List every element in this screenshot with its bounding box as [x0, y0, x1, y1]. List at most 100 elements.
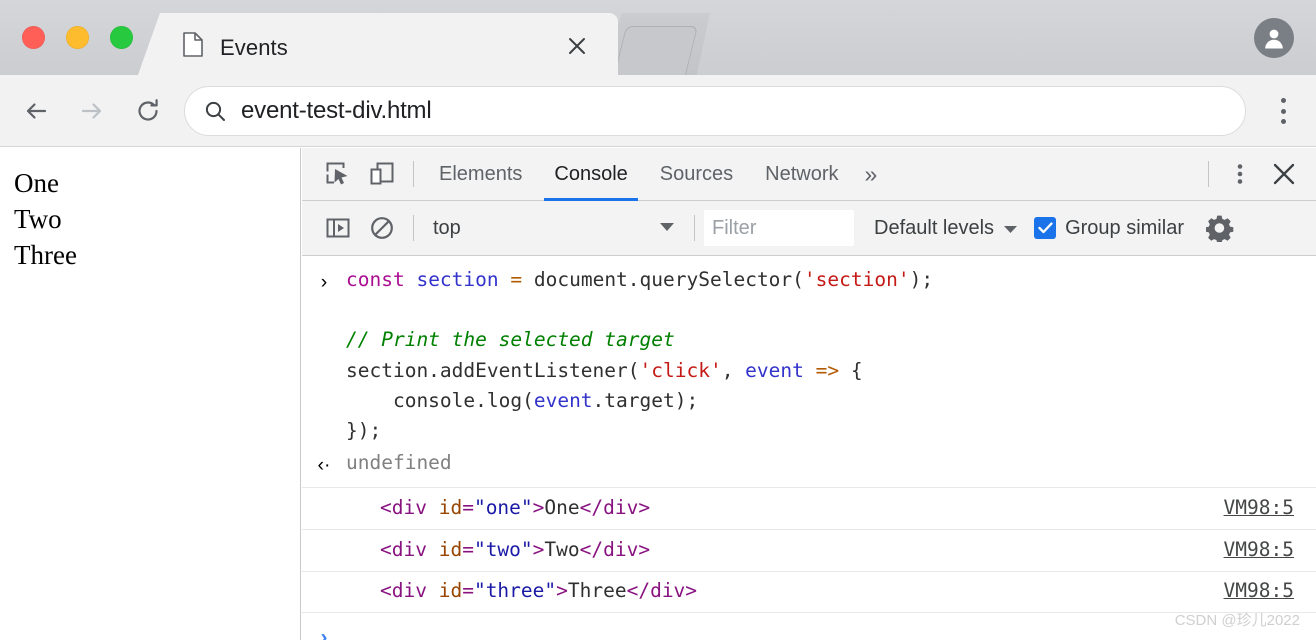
device-toolbar-icon[interactable]	[360, 152, 404, 196]
code-line: console.log(event.target);	[346, 386, 1300, 416]
console-prompt-row[interactable]: ›	[302, 613, 1316, 640]
code-token: =>	[815, 358, 840, 382]
code-token: 'section'	[803, 268, 910, 291]
markup-token: Two	[544, 537, 580, 561]
group-similar-checkbox[interactable]	[1034, 217, 1057, 239]
code-token: event	[533, 388, 593, 412]
console-prompt-arrow: ›	[320, 625, 328, 640]
markup-token: Three	[567, 579, 627, 603]
reload-icon[interactable]	[130, 93, 166, 129]
logged-element-markup[interactable]: <div id="one">One</div>	[380, 493, 1224, 523]
search-icon	[203, 99, 227, 123]
console-log-rows: <div id="one">One</div> VM98:5 <div id="tw…	[302, 486, 1316, 613]
code-token: const	[346, 268, 405, 291]
code-token: ,	[721, 358, 746, 382]
profile-avatar-icon[interactable]	[1254, 18, 1294, 58]
execution-context-selector[interactable]: top	[423, 210, 685, 246]
markup-token: "one"	[473, 495, 533, 519]
markup-token: =	[462, 537, 474, 561]
console-toolbar-divider-2	[694, 215, 695, 241]
browser-window: Events event-test-div.html One Two Three…	[0, 0, 1316, 640]
code-token: event	[745, 358, 804, 382]
close-tab-button[interactable]	[564, 33, 590, 59]
code-token: console.log(	[346, 388, 534, 412]
code-token: 'click'	[639, 358, 722, 382]
console-result-entry: ‹· undefined	[302, 448, 1316, 486]
console-log-row[interactable]: <div id="two">Two</div> VM98:5	[302, 528, 1316, 571]
console-output[interactable]: › const section = document.querySelector…	[302, 256, 1316, 640]
console-result-value: undefined	[346, 451, 452, 475]
devtools-menu-icon[interactable]	[1218, 152, 1262, 196]
chevron-down-icon-levels	[1003, 217, 1018, 240]
devtools-toolbar-right	[1199, 152, 1316, 196]
clear-console-icon[interactable]	[360, 206, 404, 250]
group-similar-label[interactable]: Group similar	[1065, 217, 1184, 240]
code-token: // Print the selected target	[346, 328, 675, 352]
markup-token: id	[426, 579, 463, 603]
address-bar-value: event-test-div.html	[241, 97, 432, 124]
markup-token: "three"	[473, 579, 557, 603]
console-filter-input[interactable]	[704, 210, 854, 246]
tab-console[interactable]: Console	[538, 148, 643, 201]
tab-network[interactable]: Network	[749, 148, 854, 201]
page-line-three[interactable]: Three	[14, 238, 300, 274]
source-location-link[interactable]: VM98:5	[1224, 493, 1316, 523]
code-token: });	[346, 419, 382, 443]
console-log-row[interactable]: <div id="one">One</div> VM98:5	[302, 486, 1316, 529]
markup-token: >	[556, 579, 568, 603]
logged-element-markup[interactable]: <div id="two">Two</div>	[380, 535, 1224, 565]
console-log-row[interactable]: <div id="three">Three</div> VM98:5	[302, 570, 1316, 613]
console-toolbar-divider	[413, 215, 414, 241]
tab-elements-label: Elements	[439, 162, 523, 185]
forward-arrow-icon[interactable]	[74, 93, 110, 129]
page-line-two[interactable]: Two	[14, 202, 300, 238]
three-dot-menu-icon[interactable]	[1268, 95, 1298, 127]
logged-element-markup[interactable]: <div id="three">Three</div>	[380, 576, 1224, 606]
inspect-element-icon[interactable]	[316, 152, 360, 196]
source-location-link[interactable]: VM98:5	[1224, 535, 1316, 565]
address-bar[interactable]: event-test-div.html	[184, 86, 1246, 136]
window-traffic-lights	[22, 26, 133, 49]
page-line-one[interactable]: One	[14, 166, 300, 202]
markup-token: </div>	[579, 495, 651, 519]
tab-sources[interactable]: Sources	[644, 148, 749, 201]
tab-network-label: Network	[765, 162, 839, 185]
zoom-window-button[interactable]	[110, 26, 133, 49]
close-devtools-icon[interactable]	[1262, 152, 1306, 196]
markup-token: id	[426, 495, 463, 519]
browser-tab-events[interactable]: Events	[138, 13, 618, 75]
console-input-code[interactable]: const section = document.querySelector('…	[346, 265, 1316, 446]
tab-strip: Events	[0, 0, 1316, 75]
watermark: CSDN @珍儿2022	[1174, 611, 1300, 629]
gear-icon[interactable]	[1198, 206, 1242, 250]
markup-token: =	[462, 579, 474, 603]
code-line: section.addEventListener('click', event …	[346, 356, 1300, 386]
navigation-toolbar: event-test-div.html	[0, 75, 1316, 147]
markup-token: One	[544, 495, 580, 519]
devtools-panel: Elements Console Sources Network » top F…	[302, 148, 1316, 640]
code-token: section	[416, 268, 499, 291]
minimize-window-button[interactable]	[66, 26, 89, 49]
source-location-link[interactable]: VM98:5	[1224, 576, 1316, 606]
console-input-arrow: ›	[320, 271, 328, 293]
markup-token: </div>	[579, 537, 651, 561]
inactive-tab[interactable]	[613, 26, 699, 75]
page-icon	[183, 32, 203, 57]
markup-token: "two"	[473, 537, 533, 561]
close-window-button[interactable]	[22, 26, 45, 49]
tab-elements[interactable]: Elements	[423, 148, 538, 201]
markup-token: >	[532, 495, 545, 519]
chevron-down-icon	[659, 219, 675, 237]
tab-console-label: Console	[554, 162, 628, 185]
console-sidebar-icon[interactable]	[316, 206, 360, 250]
toolbar-divider-right	[1208, 161, 1209, 187]
back-arrow-icon[interactable]	[18, 93, 54, 129]
code-token: );	[909, 268, 934, 291]
code-token: {	[839, 358, 863, 382]
console-input-entry: › const section = document.querySelector…	[302, 256, 1316, 448]
log-levels-dropdown[interactable]: Default levels	[874, 217, 1018, 240]
more-tabs-icon[interactable]: »	[855, 148, 888, 201]
